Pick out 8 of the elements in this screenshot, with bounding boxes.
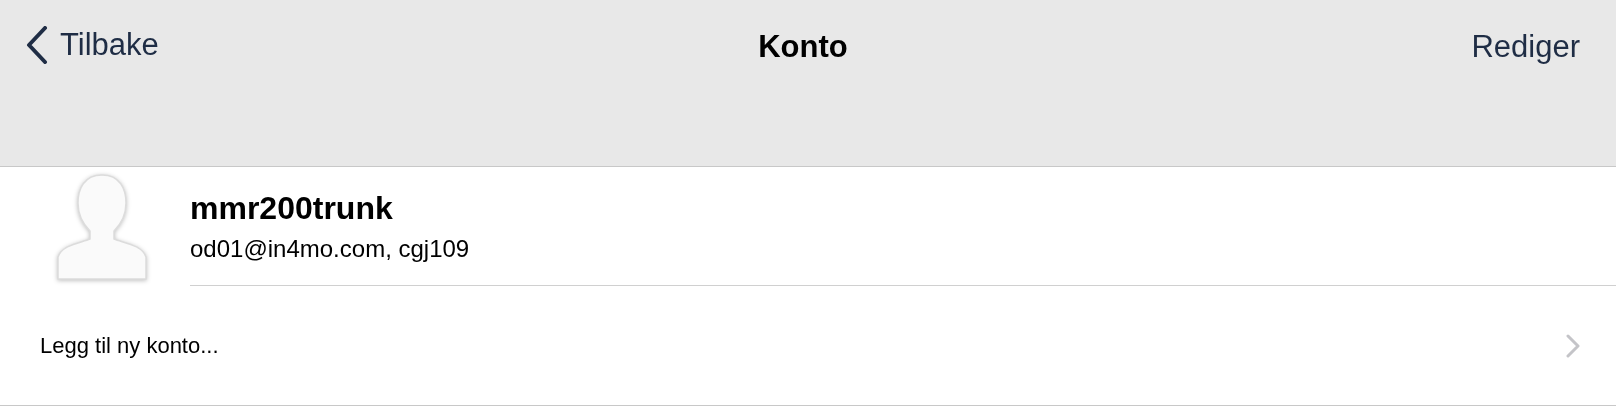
page-title: Konto — [758, 29, 848, 65]
account-details: od01@in4mo.com, cgj109 — [190, 234, 471, 263]
chevron-left-icon — [26, 26, 48, 64]
edit-button[interactable]: Rediger — [1471, 29, 1580, 65]
avatar-icon — [54, 172, 150, 281]
chevron-right-icon — [1566, 333, 1580, 358]
account-name: mmr200trunk — [190, 189, 394, 227]
back-button[interactable]: Tilbake — [26, 26, 159, 64]
